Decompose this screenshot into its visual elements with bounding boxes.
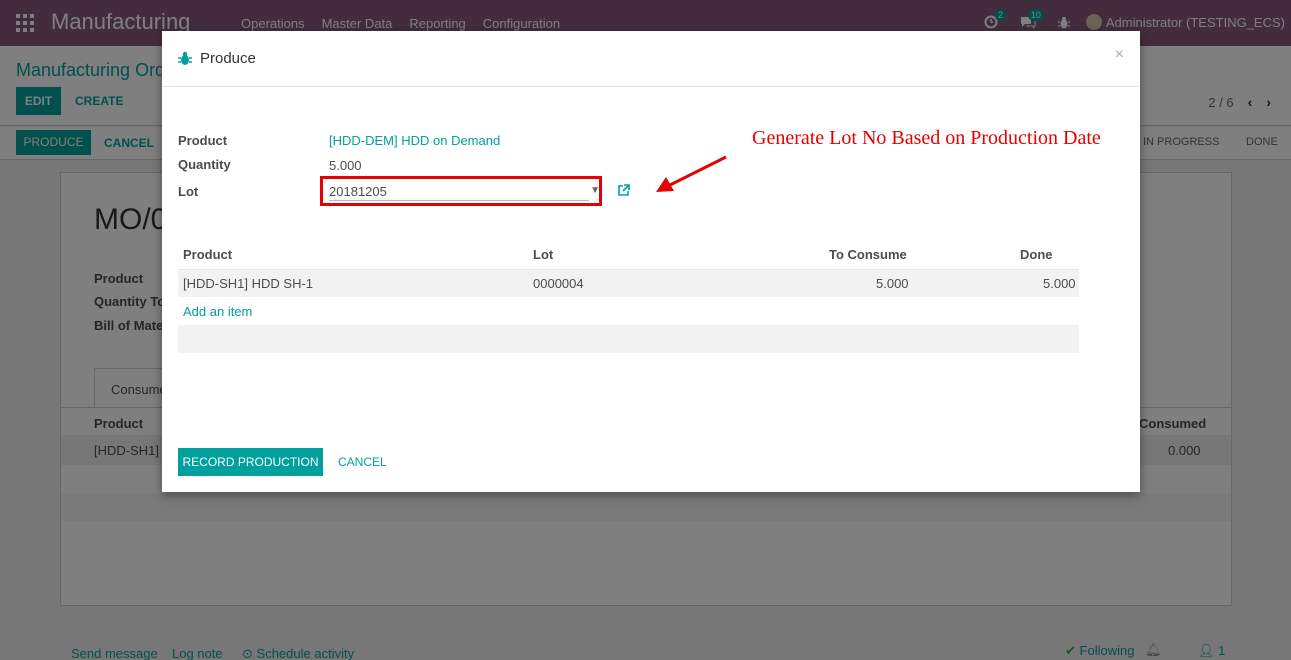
table-row[interactable] (178, 269, 1079, 297)
column-header-done[interactable]: Done (1020, 247, 1053, 262)
annotation-text: Generate Lot No Based on Production Date (752, 127, 1101, 149)
bug-icon (178, 51, 192, 65)
modal-title: Produce (200, 50, 256, 67)
column-header-to-consume[interactable]: To Consume (829, 247, 907, 262)
lot-field: ▼ (320, 176, 602, 206)
column-header-lot[interactable]: Lot (533, 247, 553, 262)
annotation-arrow-icon (656, 155, 727, 192)
close-icon[interactable]: × (1115, 46, 1124, 64)
empty-row (178, 325, 1079, 353)
column-header-product[interactable]: Product (183, 247, 232, 262)
cancel-button[interactable]: CANCEL (338, 455, 387, 469)
row-product: [HDD-SH1] HDD SH-1 (183, 276, 314, 291)
dropdown-caret-icon[interactable]: ▼ (590, 185, 600, 196)
quantity-label: Quantity (178, 157, 231, 172)
row-done: 5.000 (1043, 276, 1076, 291)
modal-header: Produce × (162, 31, 1140, 87)
produce-dialog: Produce × Product [HDD-DEM] HDD on Deman… (162, 31, 1140, 492)
record-production-button[interactable]: RECORD PRODUCTION (178, 448, 323, 476)
product-label: Product (178, 133, 228, 148)
row-to-consume: 5.000 (876, 276, 909, 291)
external-link-icon[interactable] (617, 184, 630, 197)
lot-label: Lot (178, 184, 199, 199)
lot-input[interactable] (329, 183, 589, 201)
product-value-link[interactable]: [HDD-DEM] HDD on Demand (329, 133, 500, 148)
add-item-link[interactable]: Add an item (183, 304, 252, 319)
quantity-value: 5.000 (329, 158, 362, 173)
row-lot: 0000004 (533, 276, 584, 291)
